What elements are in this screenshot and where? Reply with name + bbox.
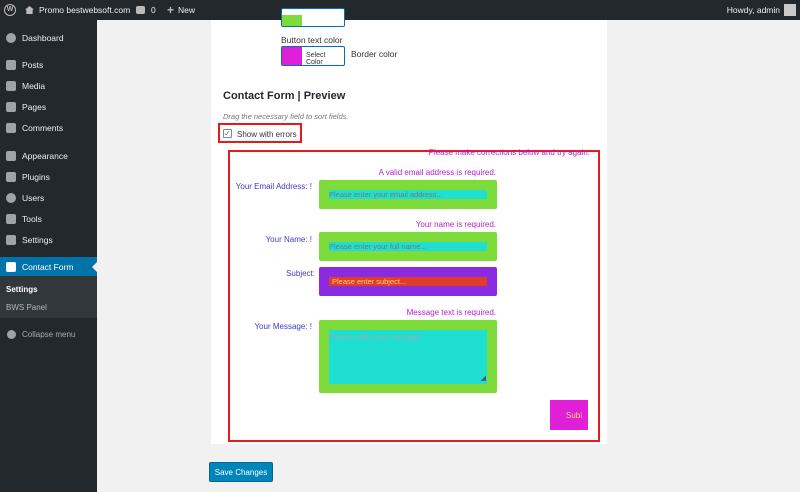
save-changes-button[interactable]: Save Changes: [209, 462, 273, 482]
submit-label: Subi: [565, 410, 582, 420]
name-label-text: Your Name:: [265, 235, 308, 244]
email-field[interactable]: Please enter your email address...: [319, 180, 497, 209]
show-errors-label[interactable]: Show with errors: [237, 130, 297, 139]
button-text-color-picker[interactable]: Select Color: [281, 46, 345, 66]
sidebar-item-posts[interactable]: Posts: [0, 55, 97, 75]
sidebar-item-users[interactable]: Users: [0, 188, 97, 208]
message-field[interactable]: Please enter your message... ◢: [319, 320, 497, 393]
required-marker: !: [309, 322, 312, 331]
sidebar-item-tools[interactable]: Tools: [0, 209, 97, 229]
drag-hint: Drag the necessary field to sort fields.: [223, 112, 349, 121]
sidebar-item-label: Appearance: [22, 151, 68, 161]
button-text-color-label: Button text color: [281, 35, 343, 45]
new-content-link[interactable]: + New: [167, 0, 195, 20]
sidebar-item-label: Settings: [22, 235, 53, 245]
new-label: New: [178, 5, 196, 15]
home-icon: [25, 6, 34, 14]
required-marker: !: [309, 235, 312, 244]
message-label-text: Your Message:: [254, 322, 308, 331]
section-title: Contact Form | Preview: [223, 90, 346, 102]
admin-sidebar: Dashboard Posts Media Pages Comments App…: [0, 20, 97, 492]
avatar[interactable]: [784, 4, 796, 16]
name-label: Your Name: !: [266, 235, 312, 244]
admin-bar: W Promo bestwebsoft.com 0 + New Howdy, a…: [0, 0, 800, 20]
contact-form-submenu: Settings BWS Panel: [0, 276, 97, 318]
howdy-text: Howdy, admin: [726, 5, 780, 15]
settings-icon: [6, 235, 16, 245]
sidebar-item-settings[interactable]: Settings: [0, 230, 97, 250]
message-placeholder: Please enter your message...: [329, 332, 427, 341]
sidebar-item-appearance[interactable]: Appearance: [0, 146, 97, 166]
sidebar-item-label: Dashboard: [22, 33, 64, 43]
howdy-user-link[interactable]: Howdy, admin: [727, 0, 780, 20]
color-swatch: [282, 15, 302, 26]
sidebar-item-label: Posts: [22, 60, 44, 70]
form-error-message: Please make corrections below and try ag…: [428, 148, 590, 157]
plug-icon: [6, 172, 16, 182]
sidebar-item-label: Plugins: [22, 172, 50, 182]
users-icon: [6, 193, 16, 203]
subject-placeholder: Please enter subject...: [332, 277, 407, 286]
sidebar-item-dashboard[interactable]: Dashboard: [0, 28, 97, 48]
name-error: Your name is required.: [415, 220, 496, 229]
email-label: Your Email Address: !: [236, 182, 312, 191]
border-color-label: Border color: [351, 49, 398, 59]
sidebar-item-contact-form[interactable]: Contact Form: [0, 257, 97, 277]
sidebar-item-pages[interactable]: Pages: [0, 97, 97, 117]
collapse-icon: [7, 329, 16, 339]
comments-link[interactable]: 0: [136, 0, 156, 20]
media-icon: [6, 81, 16, 91]
border-color-picker-top[interactable]: [281, 8, 345, 27]
required-marker: !: [309, 182, 312, 191]
email-error: A valid email address is required.: [378, 168, 496, 177]
sidebar-item-label: Tools: [22, 214, 42, 224]
sidebar-item-label: Pages: [22, 102, 47, 112]
site-name-text: Promo bestwebsoft.com: [39, 5, 131, 15]
collapse-menu-button[interactable]: Collapse menu: [0, 324, 97, 344]
submit-button[interactable]: Subi: [550, 400, 588, 430]
sidebar-item-media[interactable]: Media: [0, 76, 97, 96]
sidebar-item-label: Users: [22, 193, 45, 203]
subject-field[interactable]: Please enter subject...: [319, 267, 497, 296]
sidebar-item-plugins[interactable]: Plugins: [0, 167, 97, 187]
envelope-icon: [6, 262, 16, 272]
select-color-label: Select Color: [306, 52, 326, 66]
wrench-icon: [6, 214, 16, 224]
email-placeholder: Please enter your email address...: [329, 190, 443, 199]
wordpress-logo-icon[interactable]: W: [4, 0, 18, 20]
message-error: Message text is required.: [406, 308, 496, 317]
show-errors-checkbox[interactable]: ✓: [223, 129, 232, 138]
sidebar-item-comments[interactable]: Comments: [0, 118, 97, 138]
comment-bubble-icon: [136, 6, 145, 14]
subject-label: Subject:: [286, 269, 315, 278]
site-name-link[interactable]: Promo bestwebsoft.com: [25, 0, 130, 20]
pin-icon: [6, 60, 16, 70]
submenu-bws-panel[interactable]: BWS Panel: [6, 303, 47, 312]
name-placeholder: Please enter your full name...: [329, 242, 427, 251]
brush-icon: [6, 151, 16, 161]
sidebar-item-label: Media: [22, 81, 46, 91]
message-label: Your Message: !: [254, 322, 312, 331]
pages-icon: [6, 102, 16, 112]
resize-handle-icon[interactable]: ◢: [481, 374, 486, 382]
collapse-label: Collapse menu: [22, 329, 76, 339]
comments-icon: [6, 123, 16, 133]
color-swatch: [282, 47, 302, 65]
submenu-settings[interactable]: Settings: [6, 285, 38, 294]
sidebar-item-label: Contact Form: [22, 262, 74, 272]
name-field[interactable]: Please enter your full name...: [319, 232, 497, 261]
comments-count: 0: [151, 5, 156, 15]
plus-icon: +: [167, 3, 175, 17]
sidebar-item-label: Comments: [22, 123, 64, 133]
dashboard-icon: [6, 33, 16, 43]
email-label-text: Your Email Address:: [235, 182, 308, 191]
